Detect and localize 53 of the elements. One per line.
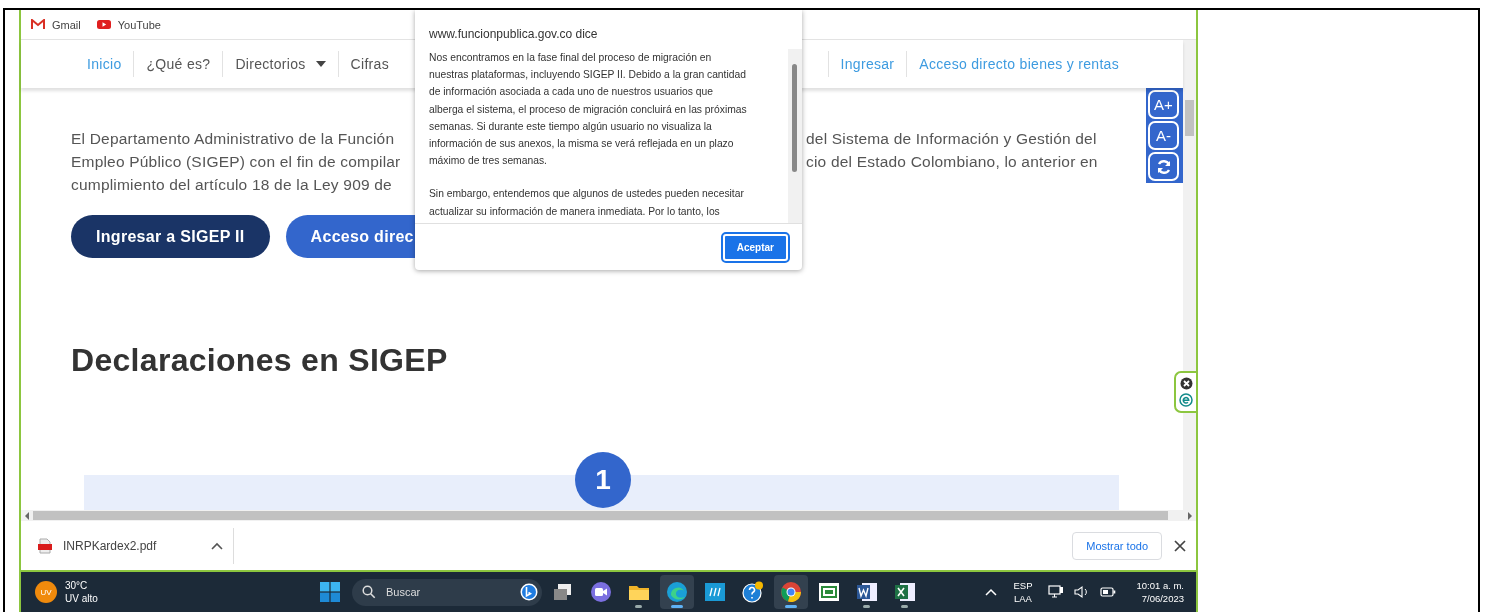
- taskbar-app[interactable]: [774, 575, 808, 609]
- search-icon: [362, 585, 376, 599]
- cta-button[interactable]: Ingresar a SIGEP II: [71, 215, 270, 258]
- start-icon[interactable]: [320, 582, 340, 602]
- show-all-button[interactable]: Mostrar todo: [1072, 532, 1162, 560]
- document-icon: [856, 581, 878, 603]
- pdf-file-icon: [37, 538, 53, 554]
- clock[interactable]: 10:01 a. m. 7/06/2023: [1136, 579, 1184, 605]
- file-name: INRPKardex2.pdf: [63, 539, 158, 553]
- weather-condition: UV alto: [65, 592, 98, 605]
- paragraph-text: El Departamento Administrativo de la Función: [71, 129, 396, 149]
- paragraph-text: del Sistema de Información y Gestión del: [806, 129, 1097, 149]
- step-number: 1: [575, 452, 631, 508]
- play-icon: [96, 19, 111, 30]
- dialog-title: www.funcionpublica.gov.co dice: [428, 26, 599, 41]
- nav-link[interactable]: ¿Qué es?: [146, 56, 211, 72]
- close-icon[interactable]: [1174, 540, 1186, 552]
- video-camera-icon: [590, 581, 612, 603]
- network-icon[interactable]: [1048, 584, 1065, 600]
- paragraph-text: cumplimiento del artículo 18 de la Ley 909 de: [71, 175, 393, 195]
- nav-link[interactable]: Directorios: [235, 56, 326, 72]
- accept-button[interactable]: Aceptar: [722, 233, 788, 261]
- battery-icon[interactable]: [1100, 587, 1117, 597]
- paragraph-text: cio del Estado Colombiano, lo anterior en: [806, 152, 1098, 172]
- dialog-scrollbar[interactable]: [788, 49, 802, 223]
- download-item[interactable]: INRPKardex2.pdf: [21, 538, 223, 554]
- nav-link[interactable]: Cifras: [350, 56, 389, 72]
- horizontal-scrollbar[interactable]: [21, 510, 1196, 521]
- browser-icon: [666, 581, 688, 603]
- question-mark-icon: [742, 581, 764, 603]
- reset-button[interactable]: [1148, 152, 1179, 181]
- close-icon[interactable]: [1179, 377, 1193, 390]
- browser-icon: [780, 581, 802, 603]
- section-heading: Declaraciones en SIGEP: [71, 342, 449, 379]
- temperature-text: 30°C: [65, 579, 89, 592]
- app-tile-icon: [704, 581, 726, 603]
- mail-icon: [31, 19, 45, 30]
- bookmark-link[interactable]: Gmail: [31, 18, 81, 31]
- frame-icon: [818, 581, 840, 603]
- search-field[interactable]: Buscar: [352, 578, 542, 606]
- spreadsheet-icon: [894, 581, 916, 603]
- dialog-message: Nos encontramos en la fase final del proceso de migración en nuestras plataformas, incluyendo SIGEP II. Debido a la gran cantidad de información asociada a cada uno de nuestros usuarios que alberga el sistema, el proceso de migración concluirá en las próximas semanas. Si durante este tiempo algún usuario no visualiza la información de sus anexos, la misma se verá reflejada en un plazo máximo de tres semanas.: [429, 51, 748, 169]
- overlapping-windows-icon: [552, 581, 574, 603]
- search-input[interactable]: Buscar: [384, 585, 512, 599]
- font-size-button[interactable]: A-: [1148, 121, 1179, 150]
- paragraph-text: Empleo Público (SIGEP) con el fin de compilar: [71, 152, 402, 172]
- language-indicator[interactable]: ESP LAA: [1013, 579, 1033, 605]
- bookmark-link[interactable]: YouTube: [96, 18, 161, 31]
- vertical-scrollbar[interactable]: [1183, 40, 1196, 510]
- font-size-button[interactable]: A+: [1148, 90, 1179, 119]
- chevron-up-icon[interactable]: [211, 542, 223, 550]
- refresh-icon: [1155, 158, 1172, 175]
- letter-e-icon[interactable]: [1179, 393, 1193, 407]
